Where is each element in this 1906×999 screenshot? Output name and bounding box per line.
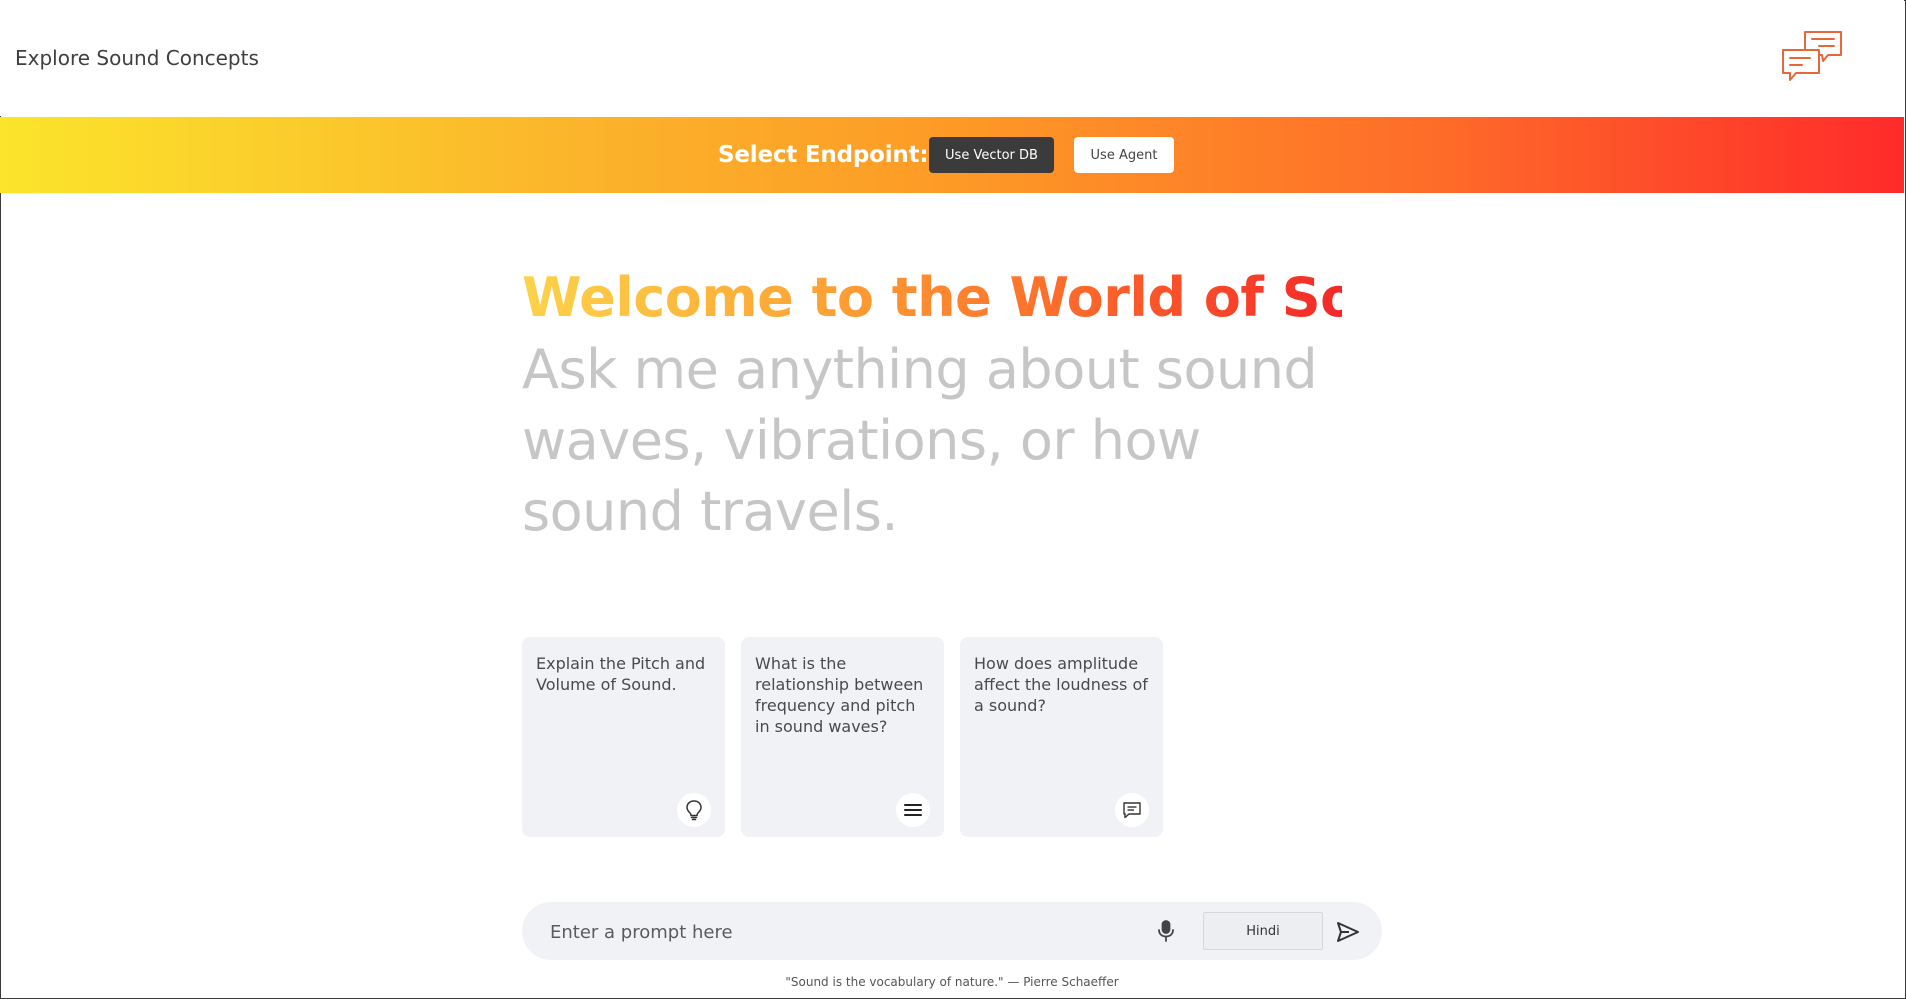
endpoint-label: Select Endpoint: (718, 142, 929, 168)
prompt-input[interactable] (548, 902, 1112, 962)
hero-section: Welcome to the World of Sound! Ask me an… (522, 262, 1495, 547)
prompt-bar: Hindi (522, 902, 1382, 962)
hero-title: Welcome to the World of Sound! (522, 262, 1495, 334)
suggestion-card-text: How does amplitude affect the loudness o… (974, 654, 1148, 715)
suggestion-card-frequency-pitch[interactable]: What is the relationship between frequen… (741, 637, 944, 837)
message-icon (1115, 793, 1149, 827)
use-vector-db-button[interactable]: Use Vector DB (929, 137, 1054, 173)
microphone-icon[interactable] (1153, 918, 1179, 944)
language-select[interactable]: Hindi (1203, 912, 1323, 950)
hero-subtitle: Ask me anything about sound waves, vibra… (522, 338, 1318, 543)
menu-lines-icon (896, 793, 930, 827)
suggestion-card-text: What is the relationship between frequen… (755, 654, 924, 736)
suggestion-cards: Explain the Pitch and Volume of Sound. W… (522, 637, 1163, 837)
top-header: Explore Sound Concepts (0, 0, 1904, 116)
lightbulb-icon (677, 793, 711, 827)
footer-quote: "Sound is the vocabulary of nature." — P… (0, 975, 1904, 989)
send-icon[interactable] (1334, 918, 1362, 946)
footer-quote-text: "Sound is the vocabulary of nature." — P… (785, 975, 1119, 989)
chat-bubbles-icon[interactable] (1781, 29, 1843, 89)
endpoint-selector-bar: Select Endpoint: Use Vector DB Use Agent (0, 117, 1904, 193)
use-agent-button[interactable]: Use Agent (1074, 137, 1174, 173)
app-title: Explore Sound Concepts (15, 46, 259, 70)
suggestion-card-text: Explain the Pitch and Volume of Sound. (536, 654, 706, 694)
suggestion-card-pitch-volume[interactable]: Explain the Pitch and Volume of Sound. (522, 637, 725, 837)
suggestion-card-amplitude-loudness[interactable]: How does amplitude affect the loudness o… (960, 637, 1163, 837)
